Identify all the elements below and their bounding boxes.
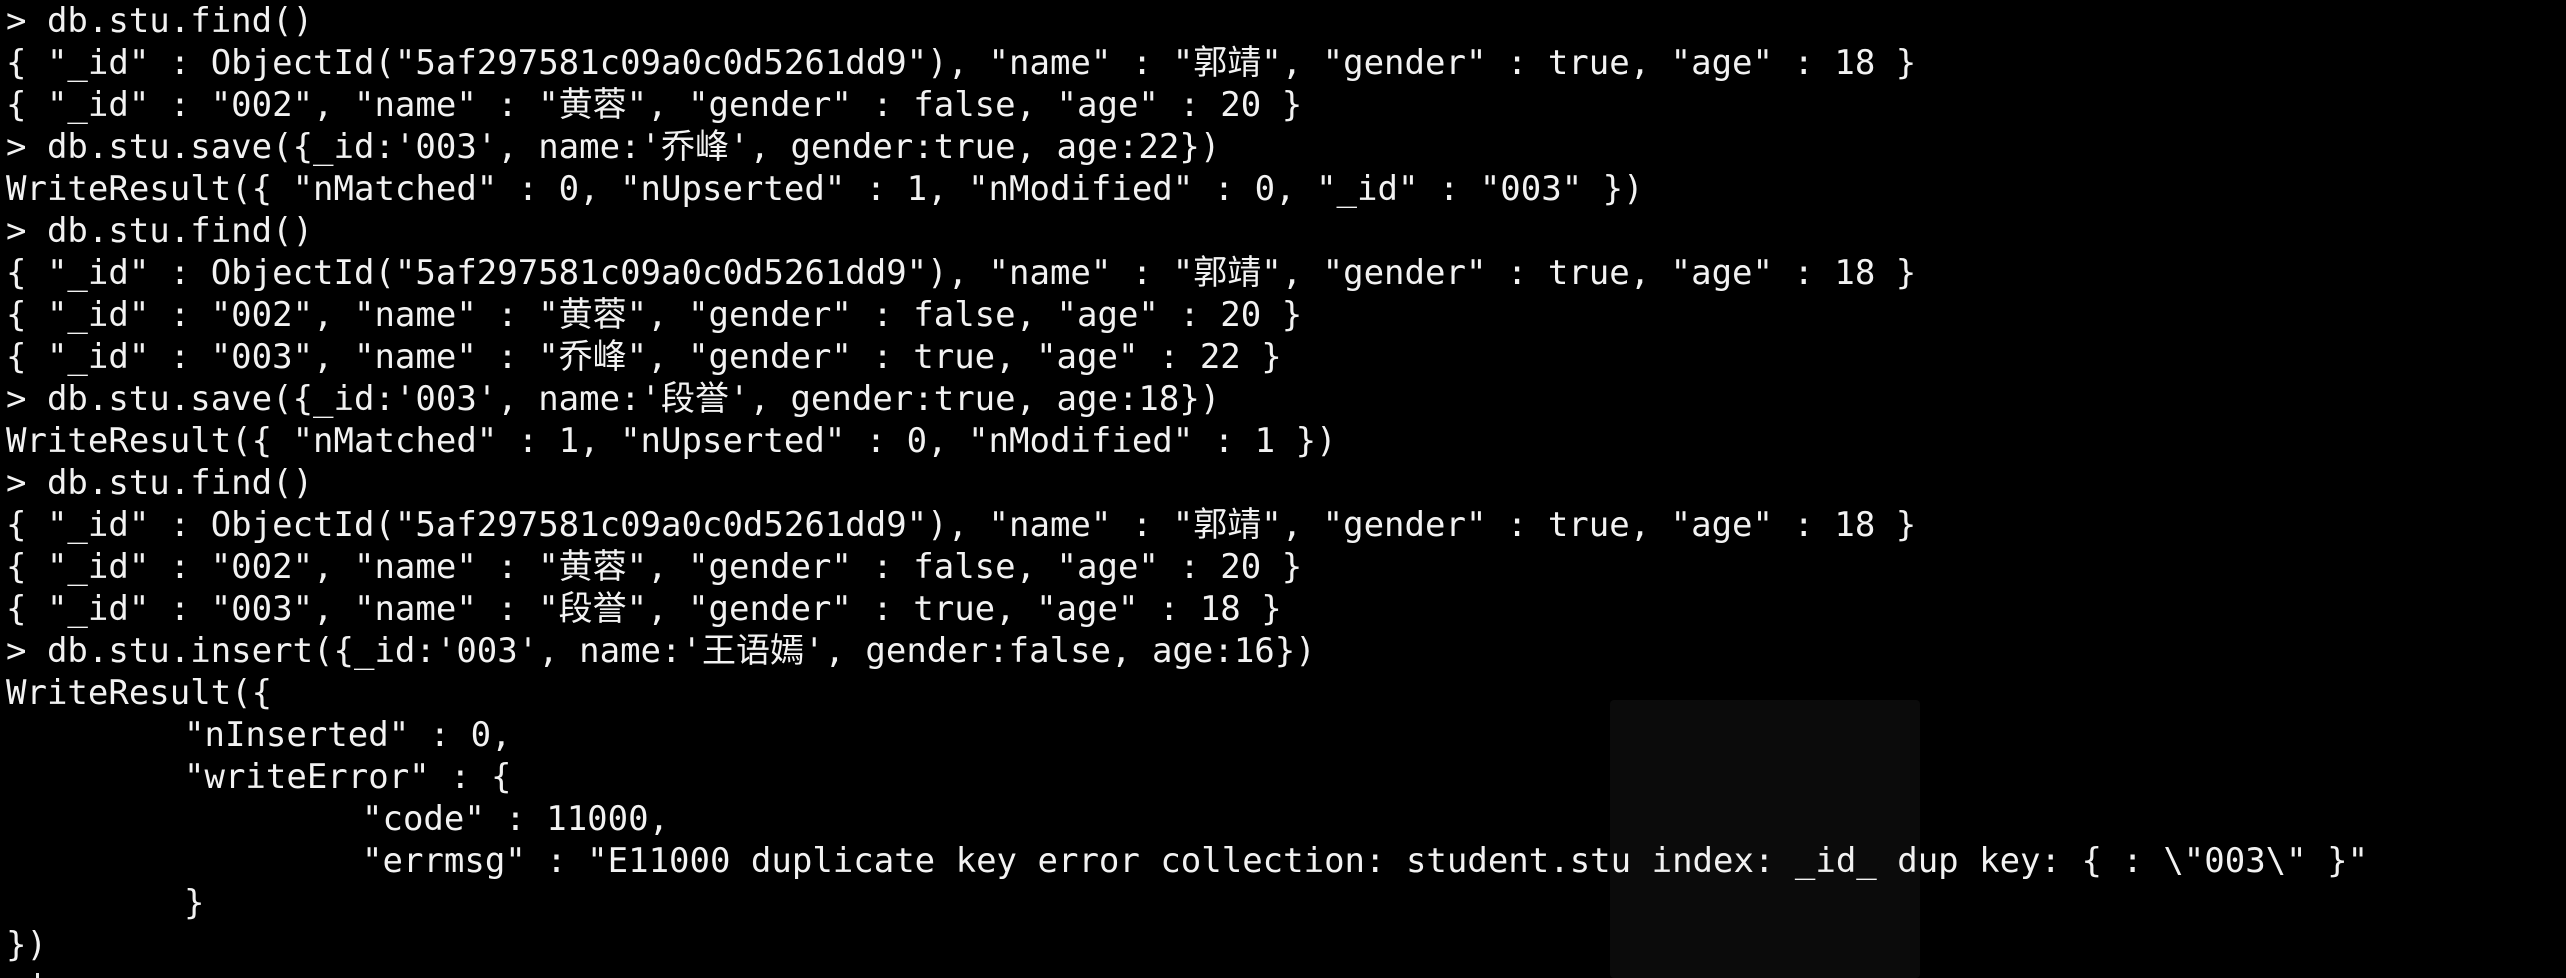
terminal-line: "code" : 11000, [362,799,670,839]
terminal-line: > db.stu.save({_id:'003', name:'段誉', gen… [6,379,1221,419]
terminal-line: }) [6,925,47,965]
terminal-line: "nInserted" : 0, [184,715,512,755]
prompt-symbol: > [6,967,26,978]
text-cursor [36,972,40,978]
terminal-line: > db.stu.find() [6,463,314,503]
terminal-line: { "_id" : "002", "name" : "黄蓉", "gender"… [6,547,1303,587]
terminal-line: { "_id" : ObjectId("5af297581c09a0c0d526… [6,253,1917,293]
terminal-line: { "_id" : "002", "name" : "黄蓉", "gender"… [6,295,1303,335]
terminal-line: "writeError" : { [184,757,512,797]
terminal-line: { "_id" : ObjectId("5af297581c09a0c0d526… [6,43,1917,83]
terminal-line: WriteResult({ "nMatched" : 0, "nUpserted… [6,169,1644,209]
terminal-window[interactable]: > db.stu.find() { "_id" : ObjectId("5af2… [0,0,2566,978]
terminal-line: > db.stu.find() [6,211,314,251]
terminal-output: > db.stu.find() { "_id" : ObjectId("5af2… [6,0,2368,978]
terminal-line: > db.stu.save({_id:'003', name:'乔峰', gen… [6,127,1221,167]
terminal-line: "errmsg" : "E11000 duplicate key error c… [362,841,2369,881]
terminal-line: > db.stu.find() [6,1,314,41]
terminal-line: { "_id" : ObjectId("5af297581c09a0c0d526… [6,505,1917,545]
terminal-line: WriteResult({ "nMatched" : 1, "nUpserted… [6,421,1337,461]
terminal-prompt-line[interactable]: > [6,966,2368,978]
terminal-line: } [184,883,205,923]
terminal-line: { "_id" : "003", "name" : "乔峰", "gender"… [6,337,1282,377]
terminal-line: { "_id" : "003", "name" : "段誉", "gender"… [6,589,1282,629]
terminal-line: { "_id" : "002", "name" : "黄蓉", "gender"… [6,85,1303,125]
terminal-line: > db.stu.insert({_id:'003', name:'王语嫣', … [6,631,1316,671]
terminal-line: WriteResult({ [6,673,273,713]
